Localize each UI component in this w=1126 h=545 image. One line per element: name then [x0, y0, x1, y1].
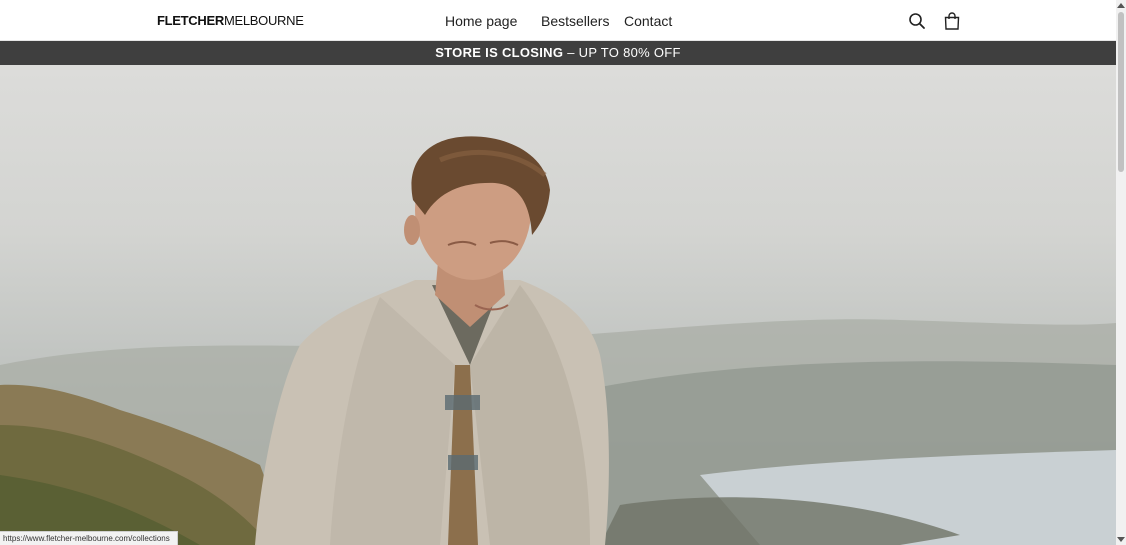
logo-light-text: MELBOURNE [223, 13, 304, 28]
nav-bestsellers[interactable]: Bestsellers [541, 12, 609, 30]
hero-illustration [0, 136, 1116, 545]
logo-bold-text: FLETCHER [157, 13, 224, 28]
search-icon[interactable] [907, 11, 927, 31]
nav-contact[interactable]: Contact [624, 12, 672, 30]
scroll-up-arrow-icon[interactable] [1117, 3, 1125, 8]
hero-image[interactable] [0, 65, 1116, 545]
link-status-bar: https://www.fletcher-melbourne.com/colle… [0, 531, 178, 545]
scroll-down-arrow-icon[interactable] [1117, 537, 1125, 542]
announcement-strong: STORE IS CLOSING [435, 45, 564, 60]
site-logo[interactable]: FLETCHERMELBOURNE [157, 13, 304, 29]
page: FLETCHERMELBOURNE Home page Bestsellers … [0, 0, 1116, 545]
announcement-bar[interactable]: STORE IS CLOSING – UP TO 80% OFF [0, 41, 1116, 65]
scrollbar-thumb[interactable] [1118, 12, 1124, 172]
site-header: FLETCHERMELBOURNE Home page Bestsellers … [0, 0, 1116, 41]
shopping-bag-icon[interactable] [942, 11, 962, 31]
announcement-rest: – UP TO 80% OFF [563, 45, 681, 60]
vertical-scrollbar[interactable] [1116, 0, 1126, 545]
nav-home-page[interactable]: Home page [445, 12, 517, 30]
